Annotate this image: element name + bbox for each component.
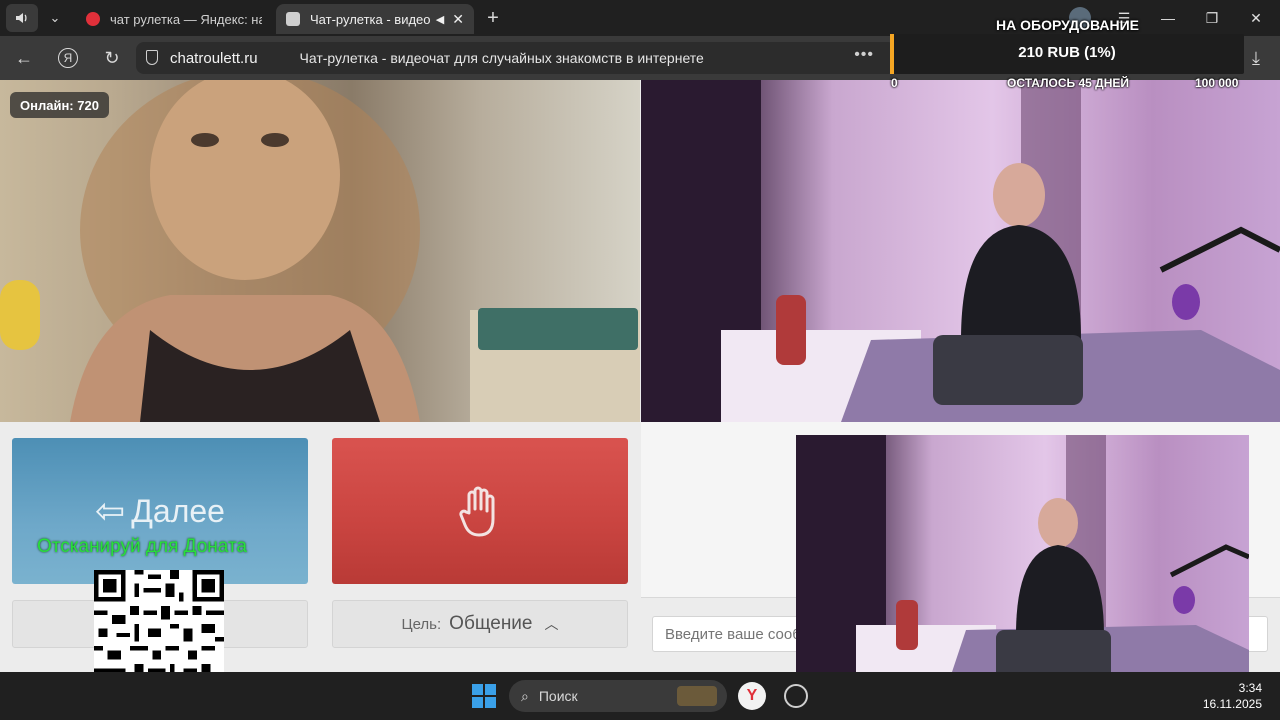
yandex-favicon-icon <box>86 12 100 26</box>
address-bar[interactable]: chatroulett.ru Чат-рулетка - видеочат дл… <box>136 42 896 74</box>
goal-value: Общение <box>449 613 533 634</box>
system-clock[interactable]: 3:34 16.11.2025 <box>1203 680 1262 712</box>
next-button[interactable]: ⇦ Далее <box>12 438 308 584</box>
self-video-scene <box>641 80 1280 422</box>
webcam-scene <box>796 435 1249 690</box>
download-button[interactable]: ⤓ <box>1242 44 1270 72</box>
sound-tab-button[interactable] <box>6 4 38 32</box>
clock-date: 16.11.2025 <box>1202 697 1262 711</box>
start-button[interactable] <box>472 684 496 708</box>
page-title: Чат-рулетка - видеочат для случайных зна… <box>299 50 704 66</box>
online-counter: Онлайн: 720 <box>10 92 109 118</box>
tab-list-button[interactable]: ⌄ <box>42 4 68 32</box>
user-avatar[interactable] <box>1058 0 1102 36</box>
url-domain: chatroulett.ru <box>170 49 258 67</box>
search-icon: ⌕ <box>521 687 529 704</box>
scan-for-donation-text: Отсканируй для Доната <box>37 536 248 557</box>
page-favicon-icon <box>286 12 300 26</box>
download-icon: ⤓ <box>1252 47 1260 68</box>
browser-toolbar: ← Я ↻ chatroulett.ru Чат-рулетка - видео… <box>0 36 1280 80</box>
chevron-down-icon: ⌄ <box>49 10 61 25</box>
arrow-left-outline-icon: ⇦ <box>95 490 126 531</box>
taskbar-search-label: Поиск <box>538 688 578 704</box>
windows-icon <box>472 684 496 708</box>
reload-icon: ↻ <box>104 47 120 68</box>
self-video <box>641 80 1280 422</box>
speaker-icon <box>16 13 27 23</box>
avatar-icon <box>1069 7 1091 29</box>
tab-search[interactable]: чат рулетка — Яндекс: на <box>76 4 272 34</box>
streamer-webcam-overlay <box>796 435 1249 690</box>
back-button[interactable]: ← <box>10 44 38 72</box>
tab-close-icon[interactable]: ✕ <box>452 11 464 28</box>
restore-button[interactable]: ❐ <box>1190 0 1234 36</box>
yandex-icon: Я <box>58 48 78 68</box>
next-button-label: Далее <box>131 492 225 529</box>
goal-selector[interactable]: Цель: Общение ︿ <box>332 600 628 648</box>
clock-time: 3:34 <box>1238 681 1262 695</box>
chevron-up-icon: ︿ <box>544 616 559 632</box>
stop-button[interactable] <box>332 438 628 584</box>
yandex-browser-icon: Y <box>746 687 758 704</box>
taskbar-app[interactable] <box>784 684 808 708</box>
reload-button[interactable]: ↻ <box>98 44 126 72</box>
taskbar: ⌕ Поиск Y 3:34 16.11.2025 <box>0 672 1280 720</box>
tab-chatroulette[interactable]: Чат-рулетка - видео ◀ ✕ <box>276 4 474 34</box>
more-icon[interactable]: ••• <box>854 46 874 64</box>
window-menu-button[interactable]: ☰ <box>1102 0 1146 36</box>
close-window-button[interactable]: ✕ <box>1234 0 1278 36</box>
goal-label: Цель: <box>401 615 442 633</box>
minimize-button[interactable]: — <box>1146 0 1190 36</box>
partner-video-scene <box>0 80 640 422</box>
screen: ⌄ чат рулетка — Яндекс: на Чат-рулетка -… <box>0 0 1280 720</box>
partner-video: Онлайн: 720 <box>0 80 640 422</box>
hand-stop-icon <box>459 486 495 537</box>
search-highlight-icon <box>677 686 717 706</box>
tab-audio-icon: ◀ <box>435 13 445 26</box>
browser-tab-strip: ⌄ чат рулетка — Яндекс: на Чат-рулетка -… <box>0 0 1280 36</box>
new-tab-button[interactable]: + <box>480 4 506 32</box>
yandex-button[interactable]: Я <box>54 44 82 72</box>
shield-icon <box>146 50 158 65</box>
taskbar-yandex-browser[interactable]: Y <box>738 682 766 710</box>
taskbar-search[interactable]: ⌕ Поиск <box>509 680 727 712</box>
arrow-left-icon: ← <box>15 47 33 68</box>
